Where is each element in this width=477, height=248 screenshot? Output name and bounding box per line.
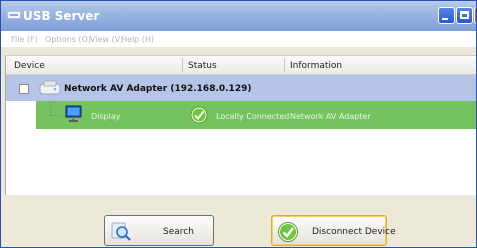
menu-view[interactable]: View (V) <box>90 35 123 44</box>
menu-file[interactable]: File (F) <box>11 35 38 44</box>
display-monitor-icon <box>65 105 82 122</box>
search-button[interactable]: Search <box>104 215 214 246</box>
usb-server-window: USB Server File (F) Options (O) View (V)… <box>0 0 477 248</box>
green-check-icon <box>278 222 298 242</box>
column-header-status[interactable]: Status <box>188 61 217 71</box>
button-panel <box>1 195 476 247</box>
minimize-button[interactable] <box>438 7 455 24</box>
column-header-device[interactable]: Device <box>14 61 45 71</box>
disconnect-button-label: Disconnect Device <box>312 227 396 237</box>
tree-connector <box>50 101 52 115</box>
column-header-information[interactable]: Information <box>290 61 342 71</box>
network-adapter-icon <box>39 80 61 95</box>
list-header: Device Status Information <box>6 56 476 75</box>
search-magnifier-icon <box>111 222 131 241</box>
column-divider[interactable] <box>182 58 183 72</box>
green-check-icon <box>190 106 208 124</box>
menu-help[interactable]: Help (H) <box>121 35 154 44</box>
menu-options[interactable]: Options (O) <box>45 35 91 44</box>
search-button-label: Search <box>163 227 194 237</box>
disconnect-device-button[interactable]: Disconnect Device <box>271 215 396 246</box>
adapter-checkbox[interactable] <box>19 84 29 94</box>
column-divider[interactable] <box>284 58 285 72</box>
usb-server-app-icon <box>7 11 21 19</box>
device-information: Network AV Adapter <box>290 112 371 121</box>
device-list: Device Status Information Network AV Ada… <box>5 55 476 196</box>
window-title: USB Server <box>23 9 100 23</box>
device-name: Display <box>91 112 121 121</box>
maximize-button[interactable] <box>456 7 473 24</box>
tree-connector <box>50 115 62 117</box>
device-status: Locally Connected <box>216 112 290 121</box>
adapter-name: Network AV Adapter (192.168.0.129) <box>64 84 252 94</box>
title-bar[interactable]: USB Server <box>1 1 476 31</box>
menu-bar: File (F) Options (O) View (V) Help (H) <box>1 31 476 47</box>
adapter-row[interactable]: Network AV Adapter (192.168.0.129) <box>6 75 476 101</box>
